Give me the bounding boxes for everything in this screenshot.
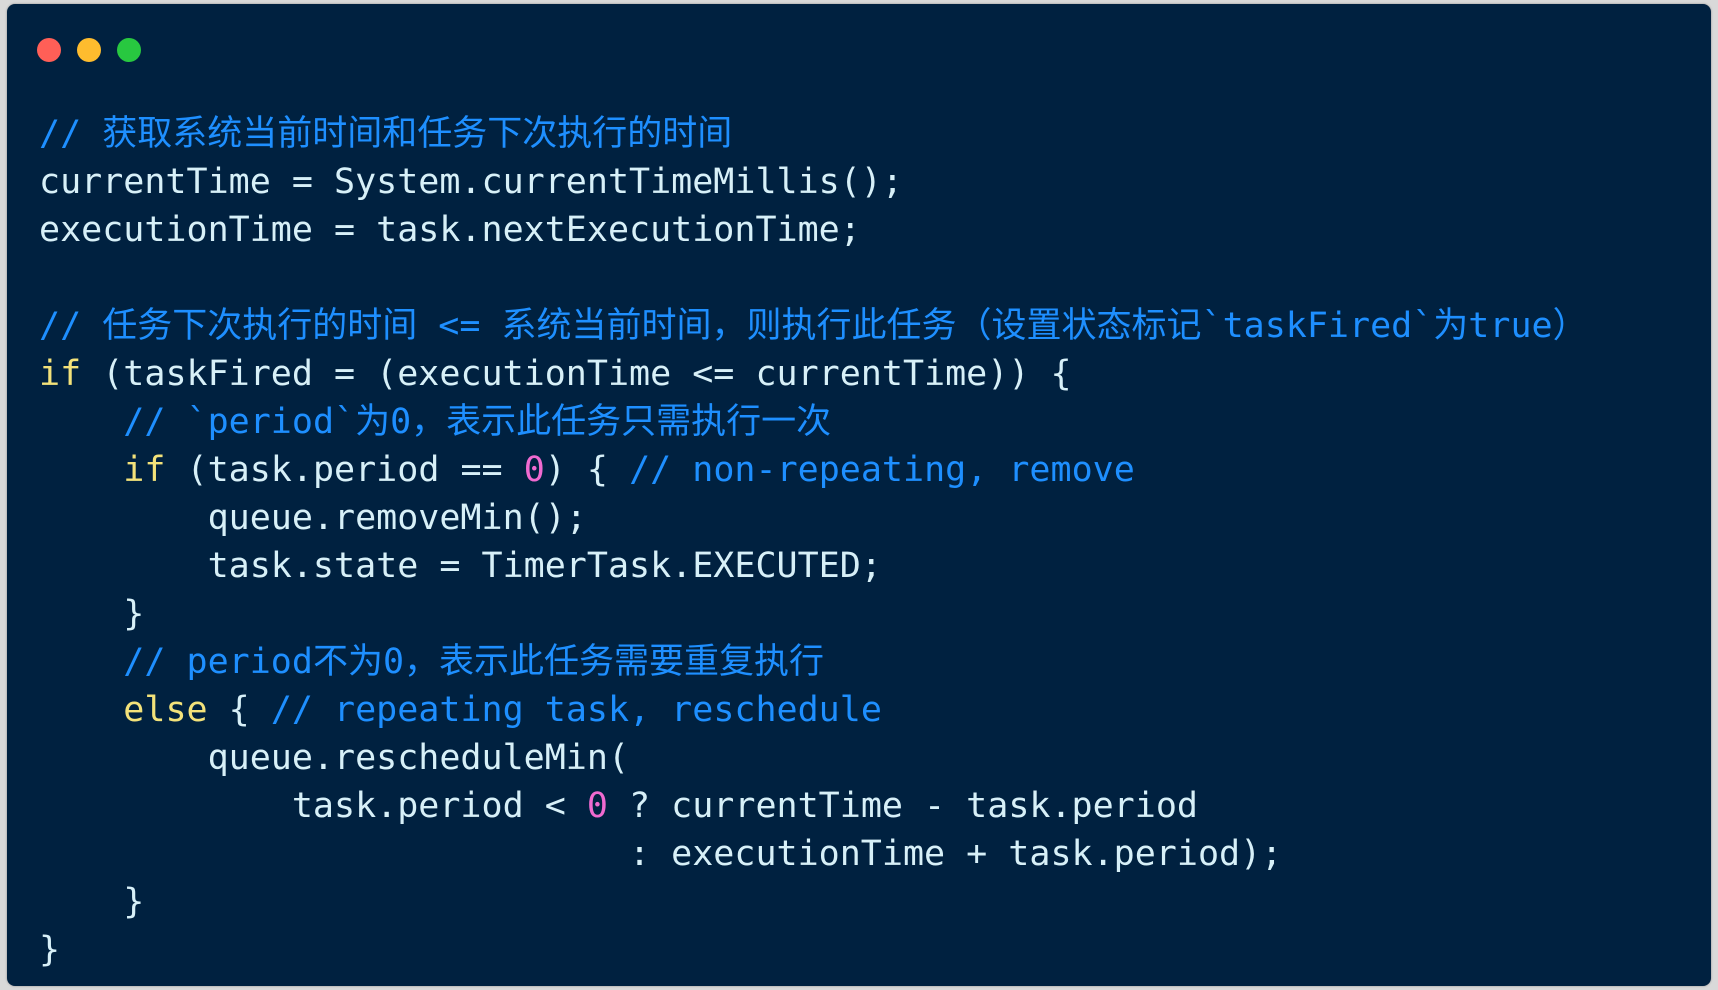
code-line: : executionTime + task.period);: [39, 830, 1588, 878]
window-controls: [37, 38, 141, 62]
code-text: {: [207, 690, 271, 730]
code-comment: // 任务下次执行的时间 <= 系统当前时间，则执行此任务（设置状态标记`tas…: [39, 306, 1588, 346]
code-text: ) {: [544, 450, 630, 490]
code-window: // 获取系统当前时间和任务下次执行的时间 currentTime = Syste…: [7, 4, 1711, 986]
code-line: currentTime = System.currentTimeMillis()…: [39, 158, 1588, 206]
code-line: else { // repeating task, reschedule: [39, 686, 1588, 734]
code-text: queue.removeMin();: [39, 498, 587, 538]
code-text: task.period <: [39, 786, 587, 826]
code-text: }: [39, 882, 145, 922]
code-text: executionTime = task.nextExecutionTime;: [39, 210, 861, 250]
code-text: ? currentTime - task.period: [607, 786, 1198, 826]
code-number: 0: [523, 450, 545, 490]
code-line: }: [39, 590, 1588, 638]
code-text: (task.period ==: [165, 450, 524, 490]
code-line: // period不为0，表示此任务需要重复执行: [39, 638, 1588, 686]
code-text: queue.rescheduleMin(: [39, 738, 630, 778]
code-keyword: if: [39, 354, 82, 394]
code-comment: // `period`为0，表示此任务只需执行一次: [123, 402, 832, 442]
code-line: if (taskFired = (executionTime <= curren…: [39, 350, 1588, 398]
close-button[interactable]: [37, 38, 61, 62]
code-block: // 获取系统当前时间和任务下次执行的时间 currentTime = Syste…: [39, 110, 1588, 974]
code-line: queue.removeMin();: [39, 494, 1588, 542]
code-line: if (task.period == 0) { // non-repeating…: [39, 446, 1588, 494]
code-line: }: [39, 926, 1588, 974]
code-text: task.state = TimerTask.EXECUTED;: [39, 546, 882, 586]
code-keyword: if: [123, 450, 166, 490]
code-number: 0: [586, 786, 608, 826]
code-text: (taskFired = (executionTime <= currentTi…: [81, 354, 1072, 394]
code-line: // 获取系统当前时间和任务下次执行的时间: [39, 110, 1588, 158]
minimize-button[interactable]: [77, 38, 101, 62]
code-text: : executionTime + task.period);: [39, 834, 1283, 874]
maximize-button[interactable]: [117, 38, 141, 62]
code-text: }: [39, 594, 145, 634]
code-line: queue.rescheduleMin(: [39, 734, 1588, 782]
code-line: executionTime = task.nextExecutionTime;: [39, 206, 1588, 254]
code-comment: // 获取系统当前时间和任务下次执行的时间: [39, 114, 733, 154]
code-comment: // period不为0，表示此任务需要重复执行: [123, 642, 825, 682]
code-text: }: [39, 930, 61, 970]
code-line: }: [39, 878, 1588, 926]
code-line: // 任务下次执行的时间 <= 系统当前时间，则执行此任务（设置状态标记`tas…: [39, 302, 1588, 350]
code-keyword: else: [123, 690, 208, 730]
code-line: task.period < 0 ? currentTime - task.per…: [39, 782, 1588, 830]
code-line: // `period`为0，表示此任务只需执行一次: [39, 398, 1588, 446]
code-comment: // repeating task, reschedule: [270, 690, 882, 730]
code-text: currentTime = System.currentTimeMillis()…: [39, 162, 903, 202]
code-line: task.state = TimerTask.EXECUTED;: [39, 542, 1588, 590]
code-comment: // non-repeating, remove: [629, 450, 1135, 490]
